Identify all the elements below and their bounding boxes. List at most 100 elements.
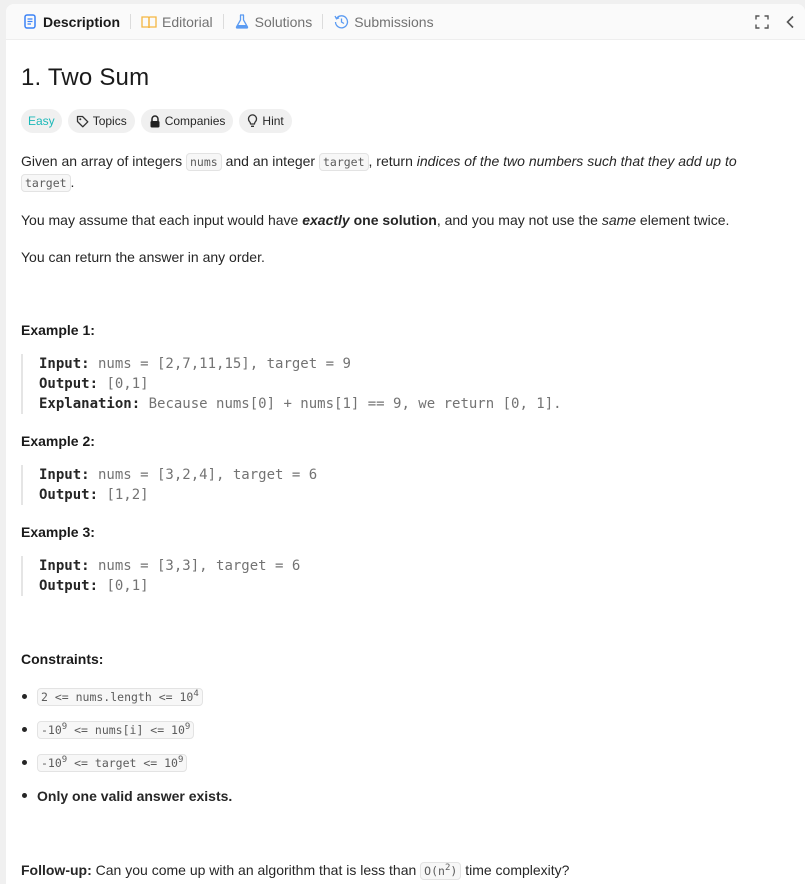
tag-icon (76, 115, 89, 128)
constraints-list: 2 <= nums.length <= 104 -10 9 <= nums[i] … (21, 680, 790, 812)
code-text: -10 (41, 755, 62, 770)
example-output-line: Output: [1,2] (39, 485, 790, 505)
example-heading: Example 2: (21, 433, 95, 449)
input-label: Input: (39, 558, 90, 574)
tab-bar: Description Editorial Solutions Submissi… (6, 4, 805, 40)
input-label: Input: (39, 467, 90, 483)
superscript: 9 (184, 721, 191, 732)
output-label: Output: (39, 376, 99, 392)
text: time complexity? (461, 862, 570, 878)
flask-icon (234, 14, 250, 30)
example-code-block: Input: nums = [2,7,11,15], target = 9 Ou… (21, 354, 790, 414)
input-label: Input: (39, 356, 90, 372)
code-text: ) (450, 864, 458, 878)
input-value: nums = [3,3], target = 6 (89, 558, 301, 574)
tab-bar-actions (755, 4, 795, 40)
follow-up-paragraph: Follow-up: Can you come up with an algor… (21, 860, 790, 881)
text: , and you may not use the (436, 212, 602, 228)
tab-solutions[interactable]: Solutions (230, 4, 317, 40)
code-text: <= nums[i] <= 10 (67, 722, 185, 737)
hint-label: Hint (262, 114, 284, 128)
collapse-chevron-left-icon[interactable] (785, 15, 795, 29)
description-paragraph: You may assume that each input would hav… (21, 210, 790, 230)
explanation-label: Explanation: (39, 396, 141, 412)
emphasis-text: same (601, 212, 637, 228)
topics-label: Topics (92, 114, 127, 128)
inline-code: 2 <= nums.length <= 104 (37, 687, 203, 706)
output-value: [0,1] (98, 578, 149, 594)
input-value: nums = [2,7,11,15], target = 9 (89, 356, 351, 372)
inline-code: -109 <= nums[i] <= 109 (37, 720, 195, 739)
text: Can you come up with an algorithm that i… (91, 862, 421, 878)
text: Given an array of integers (21, 153, 186, 169)
tab-solutions-label: Solutions (254, 13, 313, 30)
description-icon (22, 14, 38, 30)
inline-code: nums (185, 153, 222, 171)
example-output-line: Output: [0,1] (39, 374, 790, 394)
tab-submissions[interactable]: Submissions (329, 4, 437, 40)
book-icon (141, 14, 157, 30)
code-text: 2 <= nums.length <= 10 (41, 689, 194, 704)
constraints-heading: Constraints: (21, 651, 104, 667)
tab-divider (322, 14, 324, 29)
emphasis-text: indices of the two numbers such that the… (416, 153, 737, 169)
output-value: [0,1] (98, 376, 149, 392)
hint-chip[interactable]: Hint (239, 109, 292, 133)
constraint-item: -109 <= nums[i] <= 109 (21, 713, 790, 746)
tab-divider (130, 14, 132, 29)
example-explanation-line: Explanation: Because nums[0] + nums[1] =… (39, 394, 790, 414)
inline-code: O(n2) (420, 862, 462, 880)
text: You may assume that each input would hav… (21, 212, 303, 228)
output-label: Output: (39, 578, 99, 594)
difficulty-label: Easy (28, 114, 55, 128)
tab-divider (222, 14, 224, 29)
text: , return (368, 153, 417, 169)
example-1: Example 1: Input: nums = [2,7,11,15], ta… (21, 322, 790, 414)
example-code-block: Input: nums = [3,3], target = 6 Output: … (21, 556, 790, 596)
text: and an integer (221, 153, 319, 169)
constraint-text: Only one valid answer exists. (37, 787, 233, 804)
output-value: [1,2] (98, 487, 149, 503)
code-text: -10 (41, 722, 62, 737)
lightbulb-icon (247, 114, 258, 128)
input-value: nums = [3,2,4], target = 6 (89, 467, 318, 483)
constraint-item: 2 <= nums.length <= 104 (21, 680, 790, 713)
example-code-block: Input: nums = [3,2,4], target = 6 Output… (21, 465, 790, 505)
strong-text: one solution (349, 212, 437, 228)
tab-editorial[interactable]: Editorial (137, 4, 217, 40)
tab-description[interactable]: Description (18, 4, 124, 40)
tab-editorial-label: Editorial (162, 13, 213, 30)
follow-up-label: Follow-up: (21, 862, 92, 878)
problem-tags: Easy Topics Companies Hint (21, 109, 790, 133)
example-input-line: Input: nums = [3,2,4], target = 6 (39, 465, 790, 485)
example-output-line: Output: [0,1] (39, 576, 790, 596)
strong-emphasis-text: exactly (302, 212, 350, 228)
superscript: 9 (177, 754, 184, 765)
difficulty-badge: Easy (21, 109, 62, 133)
fullscreen-icon[interactable] (755, 15, 769, 29)
code-text: <= target <= 10 (67, 755, 178, 770)
inline-code: target (318, 153, 369, 171)
example-input-line: Input: nums = [2,7,11,15], target = 9 (39, 354, 790, 374)
description-panel: Description Editorial Solutions Submissi… (6, 4, 805, 884)
problem-title: 1. Two Sum (21, 64, 150, 91)
output-label: Output: (39, 487, 99, 503)
example-2: Example 2: Input: nums = [3,2,4], target… (21, 433, 790, 505)
example-heading: Example 1: (21, 322, 95, 338)
inline-code: -109 <= target <= 109 (37, 753, 188, 772)
superscript: 4 (193, 688, 199, 699)
topics-chip[interactable]: Topics (67, 109, 135, 133)
tab-description-label: Description (43, 13, 121, 30)
example-3: Example 3: Input: nums = [3,3], target =… (21, 524, 790, 596)
companies-chip[interactable]: Companies (140, 109, 234, 133)
text: element twice. (636, 212, 730, 228)
description-content: 1. Two Sum Easy Topics Companies Hint Gi… (6, 64, 805, 881)
text: . (70, 174, 75, 190)
constraint-item: -109 <= target <= 109 (21, 746, 790, 779)
history-icon (333, 14, 349, 30)
inline-code: target (21, 174, 71, 192)
example-heading: Example 3: (21, 524, 95, 540)
code-text: O(n (424, 864, 445, 878)
explanation-value: Because nums[0] + nums[1] == 9, we retur… (140, 396, 562, 412)
tab-submissions-label: Submissions (354, 13, 434, 30)
